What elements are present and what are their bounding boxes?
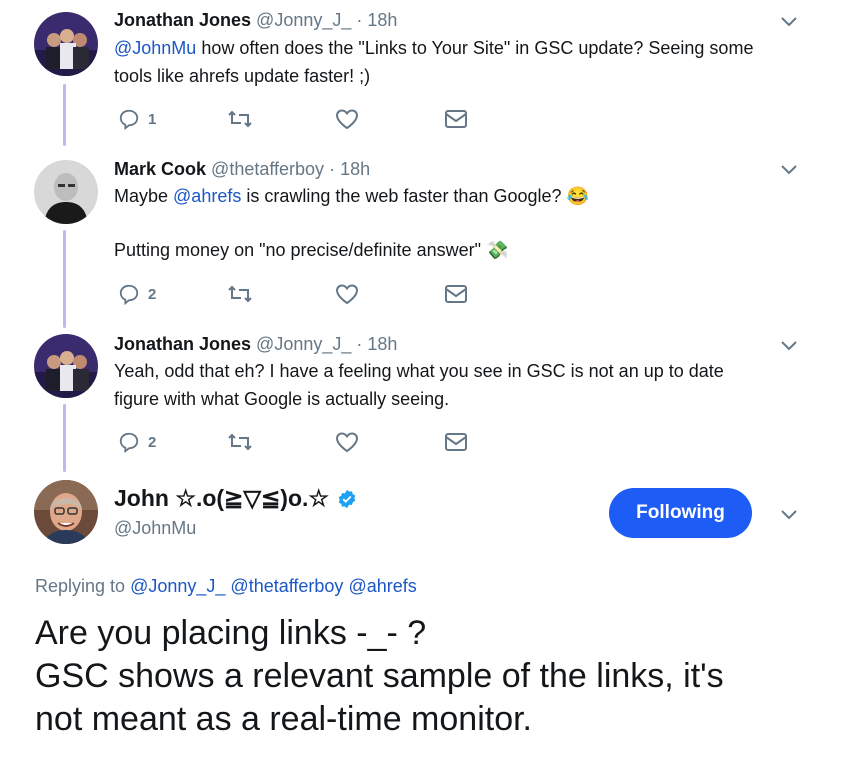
reply-icon (119, 284, 139, 305)
like-icon (335, 284, 359, 305)
message-icon (445, 433, 467, 451)
tweet-text-line: Putting money on "no precise/definite an… (114, 240, 509, 260)
tweet-text: Are you placing links -_- ? GSC shows a … (35, 612, 825, 741)
reply-icon (119, 432, 139, 453)
replying-to: Replying to @Jonny_J_ @thetafferboy @ahr… (35, 576, 417, 596)
chevron-down-icon[interactable] (780, 16, 798, 28)
tweet-header: Jonathan Jones @Jonny_J_ · 18h (114, 334, 397, 355)
thread-line (63, 230, 66, 328)
retweet-button[interactable] (227, 109, 253, 129)
reply-button[interactable]: 1 (118, 108, 156, 130)
chevron-down-icon[interactable] (780, 164, 798, 176)
message-icon (445, 285, 467, 303)
following-button[interactable]: Following (609, 488, 752, 538)
timestamp[interactable]: 18h (367, 10, 397, 30)
separator: · (356, 10, 363, 30)
author-name[interactable]: Jonathan Jones (114, 334, 251, 354)
avatar-photo (34, 334, 98, 398)
like-icon (335, 109, 359, 130)
retweet-icon (228, 110, 252, 128)
message-button[interactable] (444, 432, 468, 452)
author-name[interactable]: John ☆.o(≧▽≦)o.☆ (114, 485, 357, 512)
avatar-photo (34, 160, 98, 224)
thread-line (63, 404, 66, 472)
chevron-down-icon[interactable] (780, 340, 798, 352)
author-handle[interactable]: @Jonny_J_ (256, 10, 351, 30)
separator: · (356, 334, 363, 354)
mention-link[interactable]: @ahrefs (173, 186, 241, 206)
tweet-header: Mark Cook @thetafferboy · 18h (114, 159, 370, 180)
author-name[interactable]: Mark Cook (114, 159, 206, 179)
timestamp[interactable]: 18h (367, 334, 397, 354)
separator: · (329, 159, 336, 179)
reply-mention-link[interactable]: @Jonny_J_ (130, 576, 225, 596)
reply-button[interactable]: 2 (118, 283, 156, 305)
tweet-text-line: GSC shows a relevant sample of the links… (35, 657, 724, 695)
avatar[interactable] (34, 12, 98, 76)
author-handle[interactable]: @JohnMu (114, 518, 196, 539)
like-button[interactable] (335, 283, 359, 305)
avatar-photo (34, 12, 98, 76)
reply-count: 2 (148, 433, 157, 451)
avatar[interactable] (34, 160, 98, 224)
author-handle[interactable]: @thetafferboy (211, 159, 324, 179)
mention-link[interactable]: @JohnMu (114, 38, 196, 58)
like-button[interactable] (335, 108, 359, 130)
thread-line (63, 84, 66, 146)
chevron-down-icon[interactable] (780, 509, 798, 521)
reply-button[interactable]: 2 (118, 431, 156, 453)
reply-mention-link[interactable]: @ahrefs (348, 576, 416, 596)
reply-mention-link[interactable]: @thetafferboy (230, 576, 343, 596)
reply-count: 1 (148, 110, 157, 128)
message-button[interactable] (444, 284, 468, 304)
avatar[interactable] (34, 334, 98, 398)
tweet-text-line: not meant as a real-time monitor. (35, 700, 533, 738)
tweet-text-line: Are you placing links -_- ? (35, 614, 427, 652)
tweet-header: Jonathan Jones @Jonny_J_ · 18h (114, 10, 397, 31)
author-handle[interactable]: @Jonny_J_ (256, 334, 351, 354)
tears-of-joy-emoji: 😂 (566, 186, 589, 206)
reply-icon (119, 109, 139, 130)
verified-badge-icon (338, 489, 356, 508)
money-wings-emoji: 💸 (486, 240, 509, 260)
tweet-text: Maybe @ahrefs is crawling the web faster… (114, 186, 589, 206)
message-icon (445, 110, 467, 128)
message-button[interactable] (444, 109, 468, 129)
avatar-photo (34, 480, 98, 544)
retweet-button[interactable] (227, 284, 253, 304)
reply-count: 2 (148, 285, 157, 303)
like-button[interactable] (335, 431, 359, 453)
like-icon (335, 432, 359, 453)
tweet-text: Yeah, odd that eh? I have a feeling what… (114, 361, 724, 409)
author-name[interactable]: Jonathan Jones (114, 10, 251, 30)
retweet-icon (228, 433, 252, 451)
timestamp[interactable]: 18h (340, 159, 370, 179)
retweet-icon (228, 285, 252, 303)
retweet-button[interactable] (227, 432, 253, 452)
tweet-text: @JohnMu how often does the "Links to You… (114, 38, 754, 86)
avatar[interactable] (34, 480, 98, 544)
